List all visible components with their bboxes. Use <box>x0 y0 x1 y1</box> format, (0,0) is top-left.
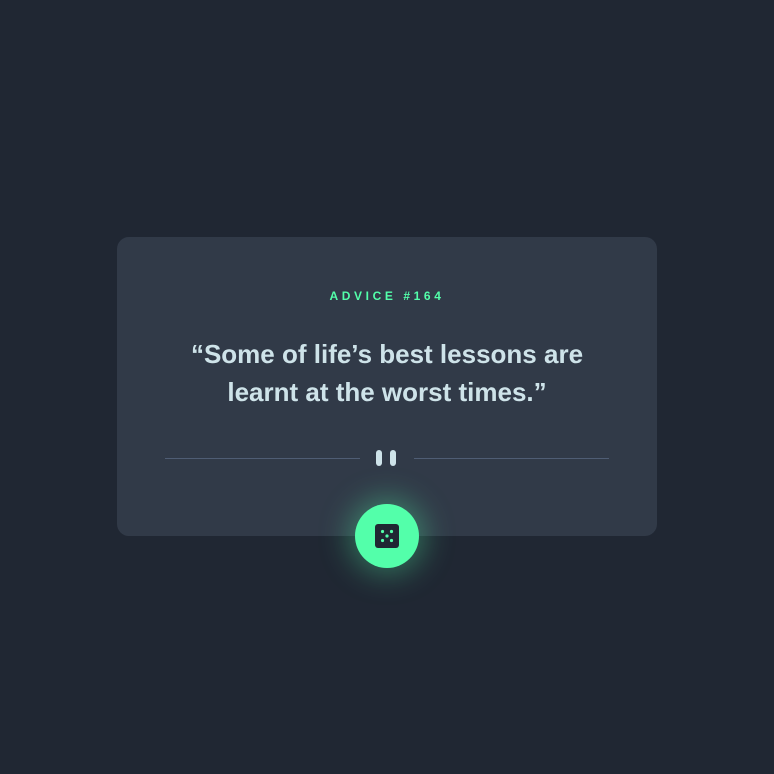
advice-id-label: Advice #164 <box>329 289 445 303</box>
dice-icon <box>375 524 399 548</box>
generate-advice-button[interactable] <box>355 504 419 568</box>
advice-card: Advice #164 “Some of life’s best lessons… <box>117 237 657 536</box>
pause-icon <box>376 450 398 466</box>
pause-bar-right <box>390 450 396 466</box>
divider-line-left <box>165 458 360 459</box>
pause-bar-left <box>376 450 382 466</box>
divider-line-right <box>414 458 609 459</box>
advice-quote-text: “Some of life’s best lessons are learnt … <box>190 339 584 407</box>
divider <box>165 449 609 467</box>
